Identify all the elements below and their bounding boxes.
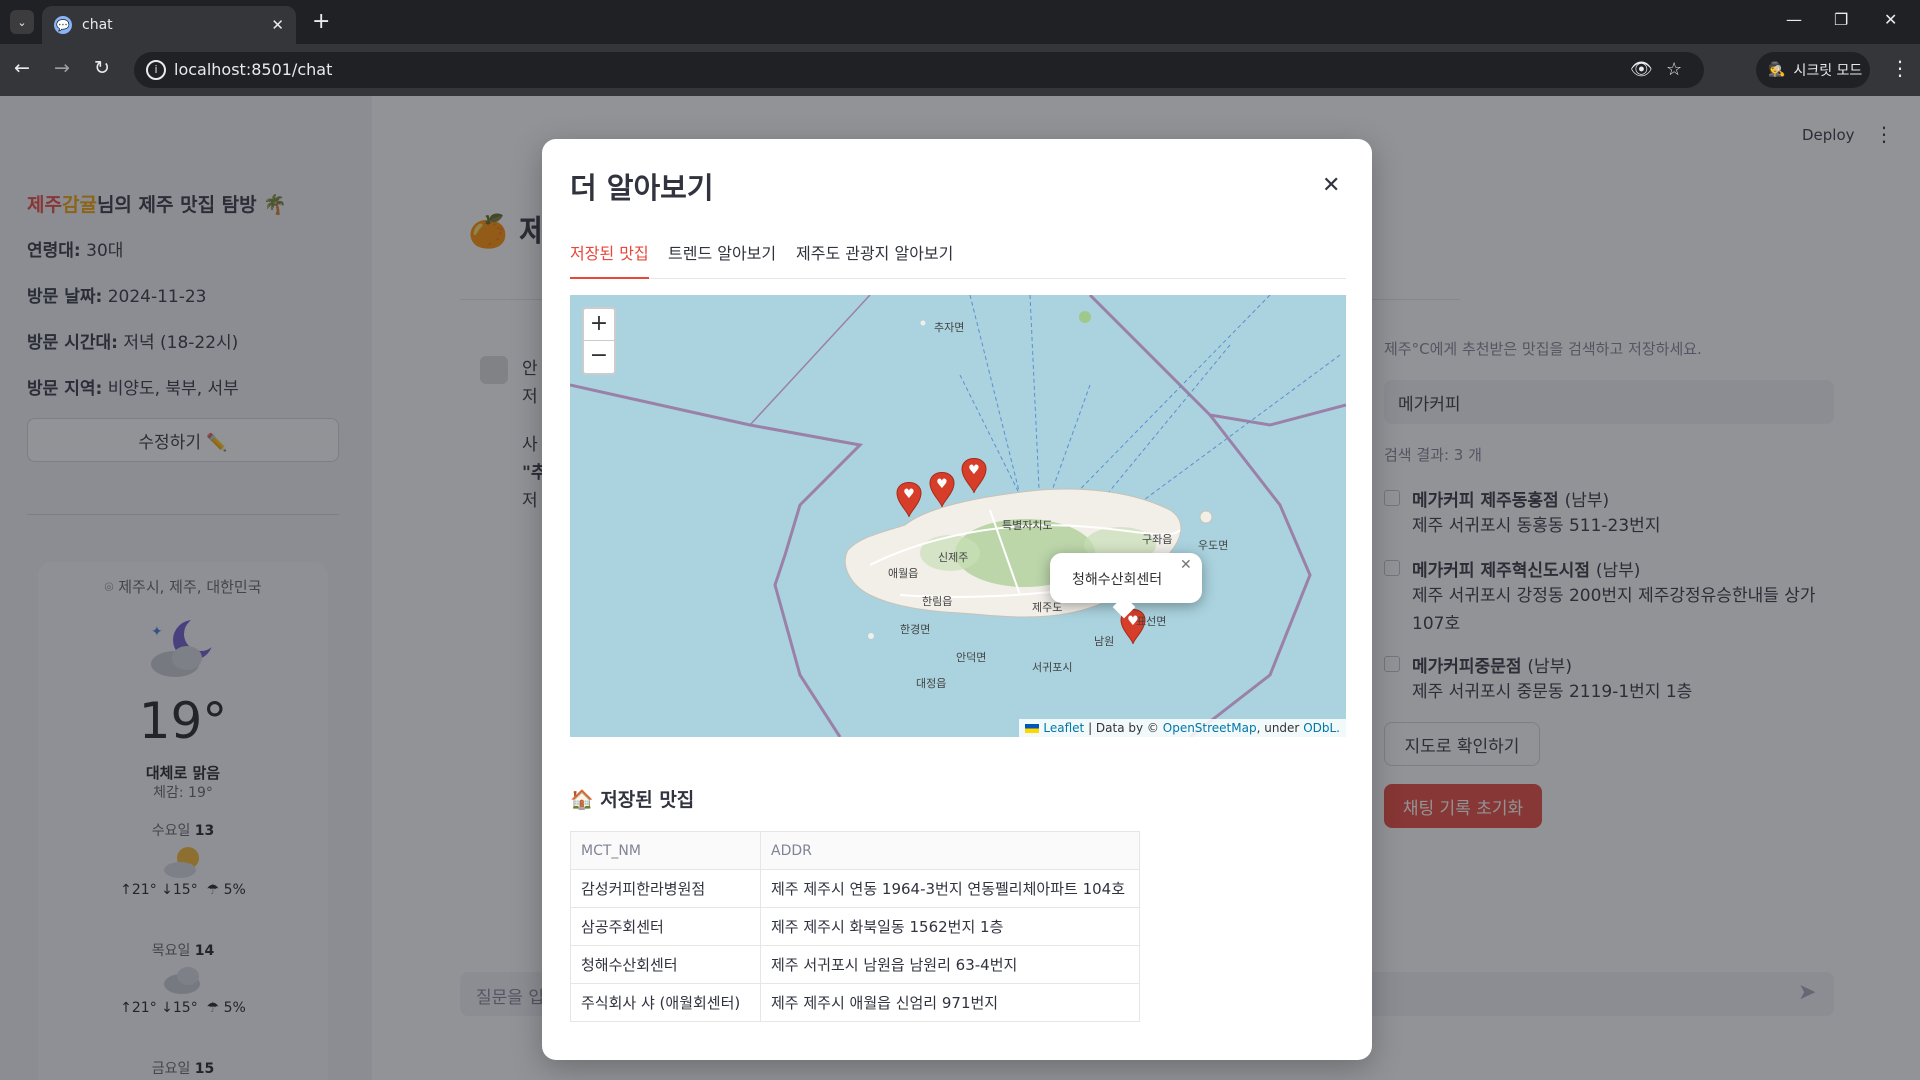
marado-island	[868, 633, 874, 639]
map-tiles: ♥ ♥ ♥ ♥	[570, 295, 1346, 737]
table-cell[interactable]: 제주 제주시 애월읍 신엄리 971번지	[760, 983, 1140, 1022]
map-label: 한경면	[900, 623, 931, 636]
boundary-line	[570, 383, 864, 737]
forward-icon[interactable]: →	[54, 57, 70, 79]
back-icon[interactable]: ←	[14, 57, 30, 79]
map-label: 우도면	[1198, 539, 1229, 552]
table-header-row: MCT_NM ADDR	[570, 831, 1140, 870]
attribution-text: | Data by ©	[1084, 721, 1163, 735]
odbl-link[interactable]: ODbL.	[1303, 721, 1340, 735]
svg-text:♥: ♥	[936, 477, 948, 492]
popup-text: 청해수산회센터	[1072, 572, 1163, 588]
table-cell[interactable]: 삼공주회센터	[570, 907, 761, 946]
incognito-label: 시크릿 모드	[1793, 63, 1863, 79]
chat-favicon-icon: 💬	[54, 16, 72, 34]
map-label: 구좌읍	[1142, 533, 1173, 546]
svg-text:♥: ♥	[968, 463, 980, 478]
column-header[interactable]: MCT_NM	[570, 831, 761, 870]
saved-restaurants-table: MCT_NM ADDR 감성커피한라병원점 제주 제주시 연동 1964-3번지…	[570, 831, 1140, 1022]
browser-tab[interactable]: 💬 chat ✕	[42, 6, 296, 44]
udo-island	[1199, 510, 1213, 524]
attribution-text: , under	[1256, 721, 1304, 735]
browser-menu-icon[interactable]: ⋮	[1890, 56, 1910, 80]
boundary-line	[1189, 414, 1312, 737]
boundary-line	[749, 295, 871, 426]
map-attribution: Leaflet | Data by © OpenStreetMap, under…	[1019, 719, 1346, 737]
column-header[interactable]: ADDR	[760, 831, 1140, 870]
bookmark-star-icon[interactable]: ☆	[1666, 59, 1682, 80]
table-row: 감성커피한라병원점 제주 제주시 연동 1964-3번지 연동펠리체아파트 10…	[570, 869, 1140, 908]
map-label: 남원	[1094, 635, 1115, 648]
zoom-out-button[interactable]: −	[584, 341, 614, 373]
leaflet-link[interactable]: Leaflet	[1043, 721, 1084, 735]
dialog-title: 더 알아보기	[570, 171, 714, 205]
table-cell[interactable]: 제주 제주시 연동 1964-3번지 연동펠리체아파트 104호	[760, 869, 1140, 908]
map-label: 서귀포시	[1032, 661, 1073, 674]
browser-toolbar: ← → ↻ i localhost:8501/chat ☆ 👁 🕵 시크릿 모드…	[0, 44, 1920, 96]
ukraine-flag-icon	[1025, 724, 1040, 733]
map-label: 표선면	[1136, 615, 1167, 628]
address-bar[interactable]: i localhost:8501/chat ☆ 👁	[134, 52, 1704, 88]
incognito-indicator[interactable]: 🕵 시크릿 모드	[1756, 52, 1870, 88]
close-icon[interactable]: ✕	[1322, 173, 1340, 198]
table-cell[interactable]: 청해수산회센터	[570, 945, 761, 984]
zoom-in-button[interactable]: +	[584, 309, 614, 341]
saved-restaurants-heading: 🏠 저장된 맛집	[570, 789, 695, 811]
map-popup: 청해수산회센터 ✕	[1050, 553, 1202, 619]
table-cell[interactable]: 제주 서귀포시 남원읍 남원리 63-4번지	[760, 945, 1140, 984]
osm-link[interactable]: OpenStreetMap	[1163, 721, 1257, 735]
reload-icon[interactable]: ↻	[94, 57, 110, 79]
minimize-icon[interactable]: —	[1786, 10, 1802, 29]
site-info-icon[interactable]: i	[146, 60, 166, 80]
eye-off-icon[interactable]: 👁	[1630, 59, 1653, 80]
chuja-island	[920, 320, 926, 326]
window-close-icon[interactable]: ✕	[1884, 10, 1897, 29]
url-text: localhost:8501/chat	[174, 60, 333, 79]
boundary-line	[1088, 295, 1346, 427]
dialog-tabs: 저장된 맛집 트렌드 알아보기 제주도 관광지 알아보기	[570, 239, 1346, 279]
zoom-control: + −	[582, 307, 616, 375]
tab-saved-restaurants[interactable]: 저장된 맛집	[570, 239, 649, 279]
tab-attractions[interactable]: 제주도 관광지 알아보기	[796, 239, 953, 279]
map-label: 한림읍	[922, 595, 953, 608]
map[interactable]: ♥ ♥ ♥ ♥ 추자면 애월읍 신제주 특별자치도 구좌읍 우도면 한림읍 제주…	[570, 295, 1346, 737]
table-cell[interactable]: 주식회사 샤 (애월회센터)	[570, 983, 761, 1022]
new-tab-button[interactable]: +	[312, 9, 330, 34]
more-info-dialog: 더 알아보기 ✕ 저장된 맛집 트렌드 알아보기 제주도 관광지 알아보기 ♥ …	[542, 139, 1372, 1060]
small-island	[1079, 311, 1091, 323]
table-cell[interactable]: 제주 제주시 화북일동 1562번지 1층	[760, 907, 1140, 946]
restore-icon[interactable]: ❐	[1834, 10, 1848, 29]
restaurant-marker: ♥	[929, 472, 955, 508]
tab-title: chat	[82, 17, 113, 33]
map-label: 특별자치도	[1002, 519, 1053, 532]
incognito-icon: 🕵	[1768, 62, 1786, 78]
tab-search-button[interactable]: ⌄	[10, 10, 34, 34]
tab-trends[interactable]: 트렌드 알아보기	[668, 239, 776, 279]
map-label: 애월읍	[888, 567, 919, 580]
popup-close-icon[interactable]: ✕	[1180, 557, 1192, 573]
browser-tab-bar: ⌄ 💬 chat ✕ + — ❐ ✕	[0, 0, 1920, 44]
map-label: 신제주	[938, 551, 969, 564]
ferry-routes	[959, 295, 1341, 526]
table-row: 청해수산회센터 제주 서귀포시 남원읍 남원리 63-4번지	[570, 945, 1140, 984]
map-label: 추자면	[934, 321, 965, 334]
map-label: 안덕면	[956, 651, 987, 664]
table-row: 삼공주회센터 제주 제주시 화북일동 1562번지 1층	[570, 907, 1140, 946]
table-row: 주식회사 샤 (애월회센터) 제주 제주시 애월읍 신엄리 971번지	[570, 983, 1140, 1022]
restaurant-marker: ♥	[896, 482, 922, 518]
svg-text:♥: ♥	[903, 487, 915, 502]
table-cell[interactable]: 감성커피한라병원점	[570, 869, 761, 908]
restaurant-marker: ♥	[961, 458, 987, 494]
map-label: 대정읍	[916, 677, 947, 690]
tab-close-icon[interactable]: ✕	[271, 16, 284, 34]
